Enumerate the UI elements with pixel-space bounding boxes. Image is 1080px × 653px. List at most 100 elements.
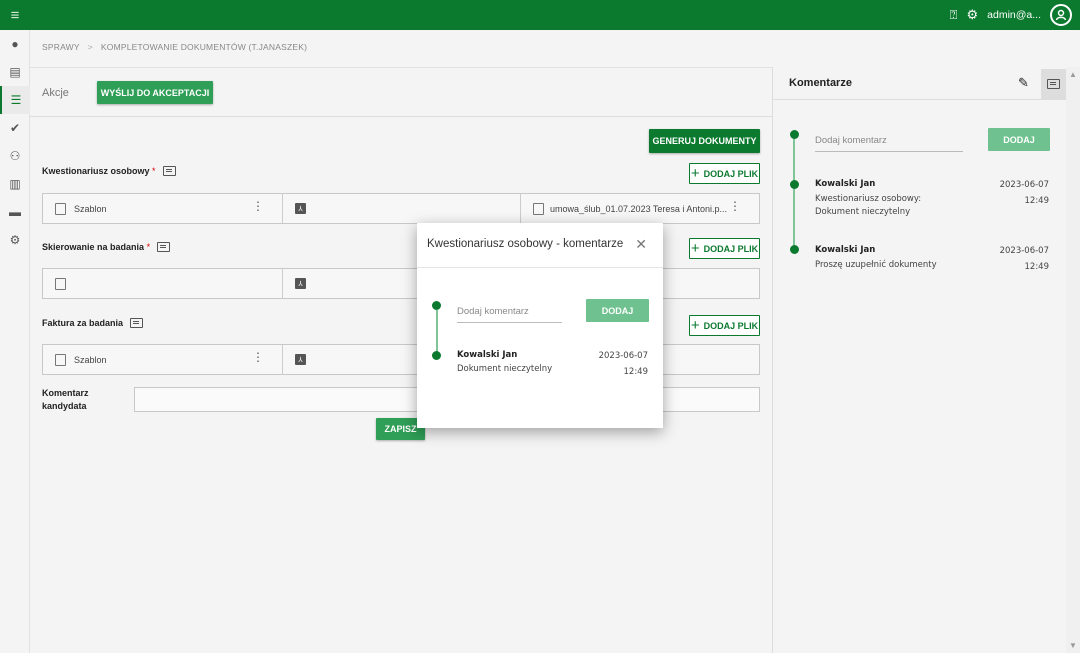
modal-comment-input[interactable]: Dodaj komentarz <box>457 306 562 323</box>
copy-document-icon <box>533 202 544 215</box>
comment-text: Proszę uzupełnić dokumenty <box>815 260 937 270</box>
folder-icon[interactable]: ▬ <box>0 198 30 226</box>
settings-icon[interactable]: ⚙ <box>966 7 978 23</box>
actions-label: Akcje <box>42 87 69 99</box>
document-icon <box>55 277 66 290</box>
comment-icon[interactable] <box>162 166 176 176</box>
template-cell[interactable]: Szablon ⋮ <box>43 194 283 223</box>
comment-icon[interactable] <box>130 318 144 328</box>
template-cell[interactable]: Szablon ⋮ <box>43 345 283 374</box>
group-icon[interactable]: ⚇ <box>0 142 30 170</box>
scroll-down-icon[interactable]: ▼ <box>1069 641 1077 650</box>
document-icon <box>55 353 66 366</box>
section-title: Faktura za badania <box>42 318 124 328</box>
add-file-label: DODAJ PLIK <box>703 320 759 331</box>
more-icon[interactable]: ⋮ <box>252 351 264 363</box>
generate-documents-button[interactable]: GENERUJ DOKUMENTY <box>649 129 760 153</box>
file-row: Szablon ⋮ ⅄ umowa_ślub_01.07.2023 Teresa… <box>42 193 760 224</box>
scrollbar[interactable]: ▲ ▼ <box>1066 67 1080 653</box>
comment-text: Dokument nieczytelny <box>457 364 553 374</box>
timeline-dot <box>790 180 799 189</box>
modal-add-button[interactable]: DODAJ <box>586 299 649 322</box>
date: 2023-06-07 <box>999 180 1049 190</box>
plus-icon: + <box>690 317 700 334</box>
add-comment-button[interactable]: DODAJ <box>988 128 1050 151</box>
add-file-button[interactable]: + DODAJ PLIK <box>689 238 760 259</box>
add-file-label: DODAJ PLIK <box>703 243 759 254</box>
comment-line: Kwestionariusz osobowy: <box>815 194 922 204</box>
comment-toggle-button[interactable] <box>1041 69 1066 99</box>
breadcrumb-separator: > <box>87 42 93 52</box>
date: 2023-06-07 <box>598 351 648 361</box>
comment-date: 2023-06-07 12:49 <box>1000 177 1049 209</box>
timeline-line <box>436 310 438 356</box>
plus-icon: + <box>690 165 700 182</box>
comments-modal: Kwestionariusz osobowy - komentarze ✕ Do… <box>417 223 663 428</box>
comment-date: 2023-06-07 12:49 <box>1000 243 1049 275</box>
scroll-up-icon[interactable]: ▲ <box>1069 70 1077 79</box>
pdf-cell[interactable]: ⅄ <box>283 194 521 223</box>
section-label-questionnaire: Kwestionariusz osobowy * <box>42 166 176 176</box>
breadcrumb-current: KOMPLETOWANIE DOKUMENTÓW (T.JANASZEK) <box>100 42 308 52</box>
date: 2023-06-07 <box>999 246 1049 256</box>
user-name[interactable]: admin@a... <box>987 9 1041 21</box>
comment-icon[interactable] <box>157 242 171 252</box>
person-icon[interactable]: ● <box>0 30 30 58</box>
help-icon[interactable]: ⍰ <box>950 7 958 23</box>
add-file-label: DODAJ PLIK <box>703 168 759 179</box>
template-cell[interactable] <box>43 269 283 298</box>
file-icon[interactable]: ▥ <box>0 170 30 198</box>
time: 12:49 <box>623 367 649 377</box>
timeline-dot <box>790 130 799 139</box>
plus-icon: + <box>690 240 700 257</box>
candidate-comment-label: Komentarz kandydata <box>42 388 89 411</box>
close-icon[interactable]: ✕ <box>635 236 647 253</box>
menu-icon[interactable]: ≡ <box>0 0 30 30</box>
template-label: Szablon <box>74 354 107 365</box>
document-icon <box>55 202 66 215</box>
more-icon[interactable]: ⋮ <box>729 200 741 212</box>
comments-title: Komentarze <box>789 77 852 89</box>
comment-author: Kowalski Jan <box>815 245 876 255</box>
section-label-invoice: Faktura za badania <box>42 318 144 328</box>
modal-title: Kwestionariusz osobowy - komentarze <box>427 238 624 250</box>
comment-author: Kowalski Jan <box>457 350 518 360</box>
comments-header: Komentarze ✎ <box>773 67 1066 100</box>
document-person-icon[interactable]: ▤ <box>0 58 30 86</box>
label-line: kandydata <box>42 401 87 411</box>
check-circle-icon[interactable]: ✔ <box>0 114 30 142</box>
comment-input[interactable]: Dodaj komentarz <box>815 135 963 152</box>
section-title: Kwestionariusz osobowy <box>42 166 150 176</box>
avatar-icon[interactable] <box>1050 4 1072 26</box>
comment-line: Dokument nieczytelny <box>815 207 911 217</box>
modal-header: Kwestionariusz osobowy - komentarze ✕ <box>417 223 663 268</box>
section-label-referral: Skierowanie na badania * <box>42 242 171 252</box>
send-for-acceptance-button[interactable]: WYŚLIJ DO AKCEPTACJI <box>97 81 213 104</box>
pencil-icon[interactable]: ✎ <box>1018 75 1029 91</box>
add-file-button[interactable]: + DODAJ PLIK <box>689 163 760 184</box>
gears-icon[interactable]: ⚙ <box>0 226 30 254</box>
pdf-icon: ⅄ <box>295 354 306 365</box>
timeline-dot <box>790 245 799 254</box>
time: 12:49 <box>1024 196 1050 206</box>
timeline-line <box>793 135 795 251</box>
file-name[interactable]: umowa_ślub_01.07.2023 Teresa i Antoni.p.… <box>550 204 727 214</box>
template-label: Szablon <box>74 203 107 214</box>
more-icon[interactable]: ⋮ <box>252 200 264 212</box>
actions-bar: Akcje WYŚLIJ DO AKCEPTACJI <box>30 68 772 117</box>
comment-author: Kowalski Jan <box>815 179 876 189</box>
timeline-dot <box>432 351 441 360</box>
uploaded-file-cell[interactable]: umowa_ślub_01.07.2023 Teresa i Antoni.p.… <box>521 194 759 223</box>
required-mark: * <box>152 166 156 176</box>
breadcrumb-root[interactable]: SPRAWY <box>42 42 80 52</box>
list-icon[interactable]: ☰ <box>0 86 30 114</box>
top-bar: ≡ ⍰ ⚙ admin@a... <box>0 0 1080 30</box>
required-mark: * <box>146 242 151 252</box>
comment-icon <box>1047 79 1060 89</box>
comment-text: Kwestionariusz osobowy: Dokument nieczyt… <box>815 193 921 219</box>
add-file-button[interactable]: + DODAJ PLIK <box>689 315 760 336</box>
timeline-dot <box>432 301 441 310</box>
label-line: Komentarz <box>42 388 89 398</box>
time: 12:49 <box>1024 262 1050 272</box>
section-title: Skierowanie na badania <box>42 242 145 252</box>
